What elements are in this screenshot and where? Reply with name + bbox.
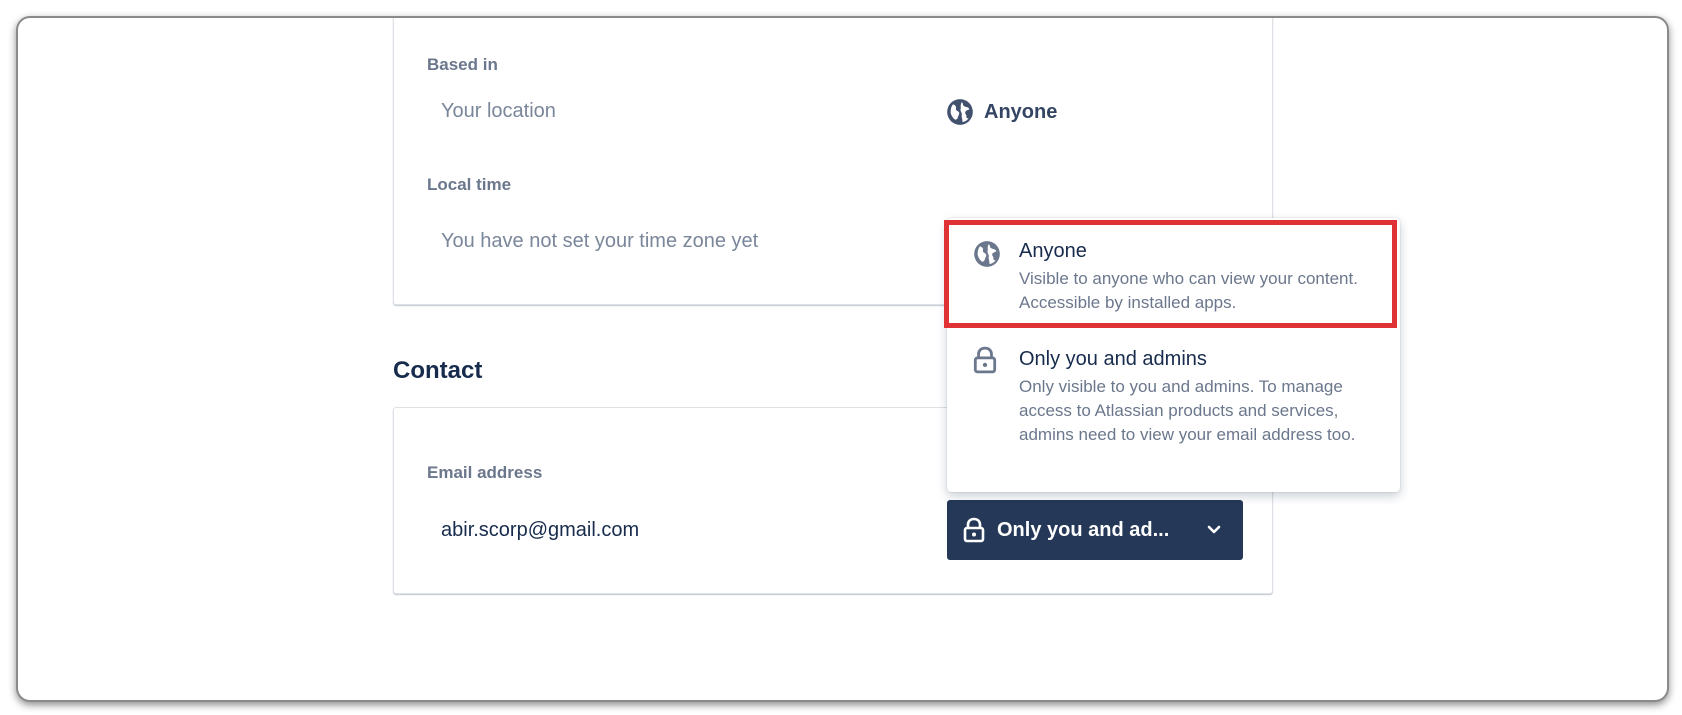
lock-icon xyxy=(963,517,985,543)
option-description: Visible to anyone who can view your cont… xyxy=(1019,269,1358,312)
email-visibility-dropdown[interactable]: Only you and ad... xyxy=(947,500,1243,560)
contact-section-title: Contact xyxy=(393,357,483,384)
globe-icon xyxy=(974,241,1000,267)
email-field[interactable]: abir.scorp@gmail.com xyxy=(441,519,639,542)
email-visibility-text: Only you and ad... xyxy=(997,518,1170,541)
based-in-visibility-text: Anyone xyxy=(984,100,1058,123)
based-in-input[interactable]: Your location xyxy=(441,100,556,123)
option-title: Only you and admins xyxy=(1019,348,1207,370)
email-label: Email address xyxy=(427,463,543,482)
visibility-option-only-you-and-admins[interactable]: Only you and admins Only visible to you … xyxy=(947,326,1400,447)
visibility-option-anyone[interactable]: Anyone Visible to anyone who can view yo… xyxy=(947,218,1400,326)
local-time-label: Local time xyxy=(427,175,512,194)
chevron-down-icon xyxy=(1207,525,1221,534)
local-time-input[interactable]: You have not set your time zone yet xyxy=(441,230,758,253)
browser-window: Based in Your location Anyone Local time… xyxy=(16,16,1669,702)
based-in-visibility[interactable]: Anyone xyxy=(946,98,1057,126)
option-title: Anyone xyxy=(1019,240,1087,262)
based-in-label: Based in xyxy=(427,55,498,74)
option-description: Only visible to you and admins. To manag… xyxy=(1019,377,1356,444)
globe-icon xyxy=(947,99,973,125)
visibility-menu: Anyone Visible to anyone who can view yo… xyxy=(947,218,1400,492)
lock-icon xyxy=(973,346,997,374)
